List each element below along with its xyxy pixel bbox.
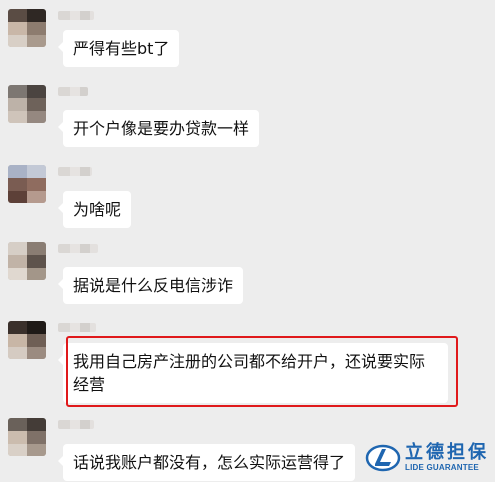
message-text: 开个户像是要办贷款一样 [73, 119, 250, 138]
avatar[interactable] [8, 85, 46, 123]
sender-name-blurred [58, 167, 92, 176]
message-bubble[interactable]: 据说是什么反电信涉诈 [57, 267, 244, 304]
message-bubble[interactable]: 严得有些bt了 [57, 30, 180, 67]
watermark-en: LIDE GUARANTEE [405, 463, 479, 472]
sender-name-blurred [58, 420, 94, 429]
message-bubble[interactable]: 话说我账户都没有，怎么实际运营得了 [57, 444, 356, 481]
message-text: 严得有些bt了 [73, 39, 170, 58]
message-text: 为啥呢 [73, 200, 122, 219]
avatar[interactable] [8, 9, 46, 47]
avatar[interactable] [8, 165, 46, 203]
message-text: 我用自己房产注册的公司都不给开户，还说要实际经营 [73, 352, 426, 394]
watermark: 立德担保 LIDE GUARANTEE [365, 440, 489, 476]
sender-name-blurred [58, 87, 88, 96]
avatar[interactable] [8, 321, 46, 359]
avatar[interactable] [8, 242, 46, 280]
avatar[interactable] [8, 418, 46, 456]
sender-name-blurred [58, 244, 98, 253]
message-text: 据说是什么反电信涉诈 [73, 276, 234, 295]
lide-logo-icon [365, 444, 401, 472]
message-bubble[interactable]: 为啥呢 [57, 191, 132, 228]
watermark-cn: 立德担保 [405, 442, 489, 463]
message-bubble[interactable]: 我用自己房产注册的公司都不给开户，还说要实际经营 [58, 343, 448, 403]
sender-name-blurred [58, 323, 96, 332]
message-bubble[interactable]: 开个户像是要办贷款一样 [57, 110, 260, 147]
sender-name-blurred [58, 11, 94, 20]
message-text: 话说我账户都没有，怎么实际运营得了 [73, 453, 346, 472]
